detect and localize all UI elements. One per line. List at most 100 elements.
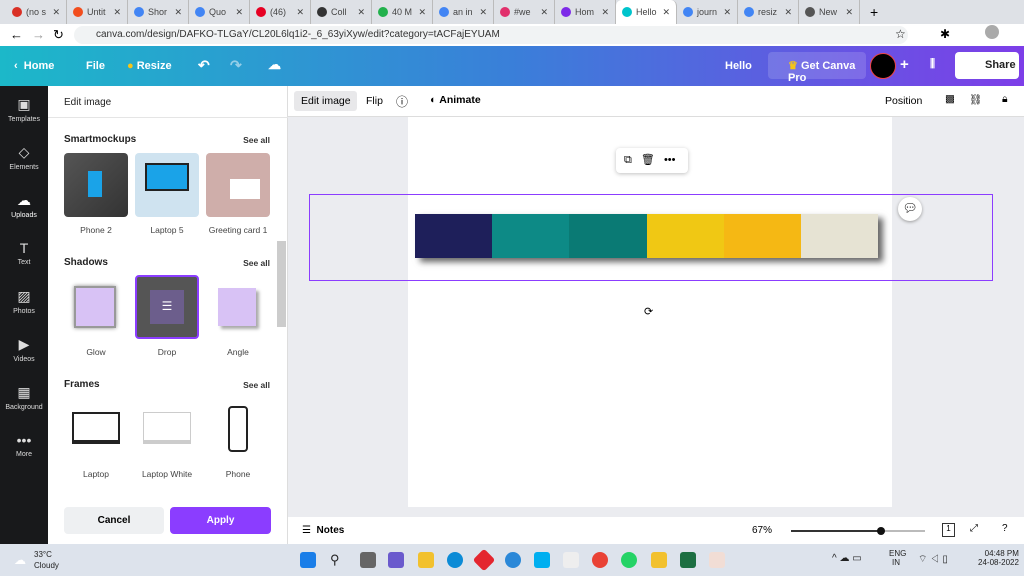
close-tab-icon[interactable]: ✕ [113,7,121,18]
app-icon[interactable] [472,548,496,572]
close-tab-icon[interactable]: ✕ [174,7,182,18]
comment-icon[interactable]: 💬︎ [898,197,922,221]
info-icon[interactable]: ⓘ [396,93,408,110]
browser-tab[interactable]: Coll ✕ [311,0,372,24]
app-icon[interactable] [505,552,521,568]
share-button[interactable]: Share [955,52,1019,79]
browser-tab[interactable]: #we ✕ [494,0,555,24]
close-tab-icon[interactable]: ✕ [357,7,365,18]
clock[interactable]: 04:48 PM 24-08-2022 [978,549,1019,567]
cloud-saved-icon[interactable]: ☁ [268,57,281,73]
link-icon[interactable]: ⛓ [969,93,982,106]
rotate-icon[interactable]: ⟳ [644,305,653,318]
task-view-icon[interactable] [360,552,376,568]
teams-icon[interactable] [388,552,404,568]
close-tab-icon[interactable]: ✕ [52,7,60,18]
frame-laptop[interactable] [72,412,120,444]
close-tab-icon[interactable]: ✕ [784,7,792,18]
extensions-icon[interactable]: ✱ [940,27,950,41]
profile-avatar[interactable] [985,25,999,39]
excel-icon[interactable] [680,552,696,568]
rail-item-background[interactable]: ▦ Background [0,384,48,411]
edge-icon[interactable] [447,552,463,568]
add-collaborator-icon[interactable]: + [900,56,909,73]
mockup-phone-2[interactable] [64,153,128,217]
browser-tab[interactable]: an in ✕ [433,0,494,24]
frames-see-all[interactable]: See all [243,380,270,390]
transparency-icon[interactable]: ▩ [945,93,955,105]
rail-item-templates[interactable]: ▣ Templates [0,96,48,123]
close-tab-icon[interactable]: ✕ [418,7,426,18]
shadow-drop[interactable]: ☰ [135,275,199,339]
resize-button[interactable]: ● Resize [127,60,172,72]
insights-icon[interactable]: ⫼ [930,58,935,71]
browser-tab[interactable]: Shor ✕ [128,0,189,24]
close-tab-icon[interactable]: ✕ [662,7,670,18]
mockup-greeting-card-1[interactable] [206,153,270,217]
file-menu[interactable]: File [86,60,105,72]
browser-tab[interactable]: Untit ✕ [67,0,128,24]
close-tab-icon[interactable]: ✕ [723,7,731,18]
tray-icons[interactable]: ^ ☁ ▭ [832,553,862,564]
user-avatar[interactable] [870,53,896,79]
panel-scrollbar[interactable] [277,241,286,327]
shadows-see-all[interactable]: See all [243,258,270,268]
rail-item-text[interactable]: T Text [0,240,48,266]
frame-laptop-white[interactable] [143,412,191,444]
close-tab-icon[interactable]: ✕ [601,7,609,18]
home-button[interactable]: ‹ Home [14,60,54,72]
color-palette-image[interactable] [415,214,879,258]
reload-icon[interactable]: ↻ [53,27,64,43]
lock-icon[interactable]: 🔒︎ [1002,93,1008,106]
bookmark-star-icon[interactable]: ☆ [895,27,906,41]
store-icon[interactable] [563,552,579,568]
page-count[interactable]: 1 [942,523,955,537]
browser-tab[interactable]: 40 M ✕ [372,0,433,24]
redo-icon[interactable]: ↷ [230,57,242,74]
rail-item-uploads[interactable]: ☁ Uploads [0,192,48,219]
back-icon[interactable]: ← [10,27,23,42]
start-icon[interactable] [300,552,316,568]
rail-item-elements[interactable]: ◇ Elements [0,144,48,171]
smartmockups-see-all[interactable]: See all [243,135,270,145]
browser-tab[interactable]: Hom ✕ [555,0,616,24]
zoom-slider[interactable] [791,530,925,532]
whatsapp-icon[interactable] [621,552,637,568]
browser-tab[interactable]: New ✕ [799,0,860,24]
file-explorer-icon[interactable] [418,552,434,568]
notes-button[interactable]: ☰ Notes [302,525,344,536]
duplicate-icon[interactable]: ⧉ [624,154,632,166]
search-icon[interactable]: ⚲ [330,552,346,568]
cancel-button[interactable]: Cancel [64,507,164,534]
forward-icon[interactable]: → [32,27,45,42]
get-canva-pro-button[interactable]: ♛ Get Canva Pro [768,52,866,84]
input-language[interactable]: ENG IN [889,549,906,567]
more-icon[interactable]: ••• [664,154,676,166]
close-tab-icon[interactable]: ✕ [540,7,548,18]
apply-button[interactable]: Apply [170,507,271,534]
new-tab-button[interactable]: + [870,4,878,20]
snip-icon[interactable] [709,552,725,568]
animate-button[interactable]: ◐ Animate [430,94,481,106]
browser-tab[interactable]: (no s ✕ [6,0,67,24]
delete-icon[interactable]: 🗑︎ [641,154,655,166]
url-input[interactable]: canva.com/design/DAFKO-TLGaY/CL20L6lq1i2… [74,26,908,44]
browser-tab[interactable]: Hello ✕ [616,0,677,24]
skype-icon[interactable] [534,552,550,568]
undo-icon[interactable]: ↶ [198,57,210,74]
help-icon[interactable]: ? [1002,523,1008,534]
browser-tab[interactable]: journ ✕ [677,0,738,24]
zoom-percentage[interactable]: 67% [752,525,772,536]
close-tab-icon[interactable]: ✕ [296,7,304,18]
close-tab-icon[interactable]: ✕ [479,7,487,18]
rail-item-photos[interactable]: ▨ Photos [0,288,48,315]
zoom-slider-handle[interactable] [876,527,885,535]
mockup-laptop-5[interactable] [135,153,199,217]
browser-tab[interactable]: (46) ✕ [250,0,311,24]
position-button[interactable]: Position [885,95,922,107]
shadow-angle[interactable] [206,276,270,340]
app-icon[interactable] [651,552,667,568]
flip-button[interactable]: Flip [366,95,383,107]
fullscreen-icon[interactable]: ⤢ [970,523,978,534]
browser-tab[interactable]: resiz ✕ [738,0,799,24]
